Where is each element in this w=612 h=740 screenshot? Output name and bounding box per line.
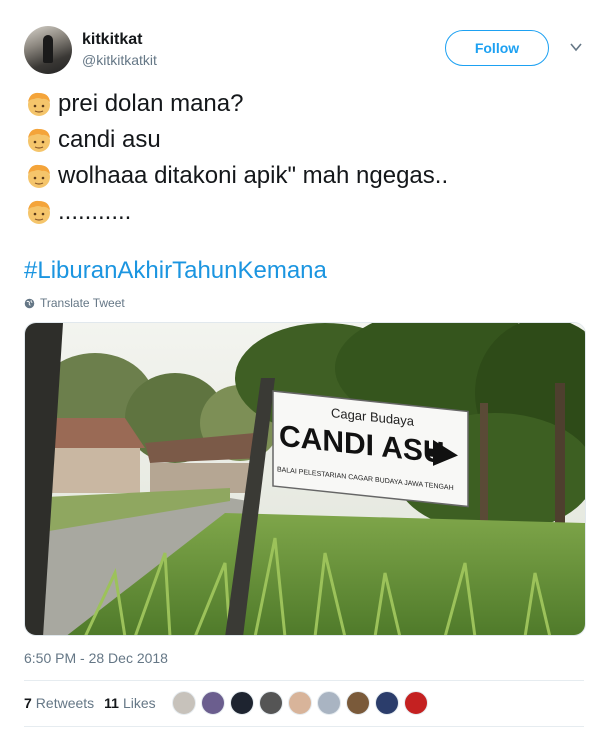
tweet-stats: 7 Retweets 11 Likes	[24, 690, 166, 716]
tweet-timestamp[interactable]: 6:50 PM - 28 Dec 2018	[24, 648, 168, 668]
tweet-line: prei dolan mana?	[24, 86, 584, 122]
boy-face-icon	[28, 164, 50, 188]
liker-avatar[interactable]	[230, 691, 254, 715]
boy-face-icon	[28, 92, 50, 116]
liker-avatar[interactable]	[375, 691, 399, 715]
tweet-line-text: candi asu	[58, 126, 161, 153]
divider	[24, 726, 584, 727]
follow-button[interactable]: Follow	[445, 30, 549, 66]
liker-avatar[interactable]	[346, 691, 370, 715]
retweets-stat[interactable]: 7 Retweets	[24, 695, 94, 711]
boy-face-icon	[28, 128, 50, 152]
likes-count[interactable]: 11	[104, 695, 119, 711]
hashtag-link[interactable]: #LiburanAkhirTahunKemana	[24, 255, 327, 287]
divider	[24, 680, 584, 681]
photo-candi-asu-sign: Cagar Budaya CANDI ASU BALAI PELESTARIAN…	[25, 323, 585, 635]
liker-avatar[interactable]	[201, 691, 225, 715]
display-name[interactable]: kitkitkat	[82, 30, 157, 50]
liker-avatar[interactable]	[404, 691, 428, 715]
translate-label[interactable]: Translate Tweet	[40, 296, 125, 310]
tweet-line: wolhaaa ditakoni apik" mah ngegas..	[24, 158, 584, 194]
user-names[interactable]: kitkitkat @kitkitkatkit	[82, 30, 157, 70]
chevron-down-icon[interactable]	[569, 40, 583, 54]
tweet-photo[interactable]: Cagar Budaya CANDI ASU BALAI PELESTARIAN…	[24, 322, 586, 636]
retweets-count[interactable]: 7	[24, 695, 32, 711]
tweet-line: ...........	[24, 194, 584, 230]
liker-avatar[interactable]	[259, 691, 283, 715]
likes-label[interactable]: Likes	[123, 695, 156, 711]
tweet-line-text: prei dolan mana?	[58, 90, 244, 117]
liker-avatars	[172, 691, 433, 715]
tweet-line-text: ...........	[58, 198, 132, 225]
liker-avatar[interactable]	[317, 691, 341, 715]
globe-icon	[24, 298, 35, 308]
user-handle[interactable]: @kitkitkatkit	[82, 50, 157, 70]
boy-face-icon	[28, 200, 50, 224]
retweets-label[interactable]: Retweets	[36, 695, 94, 711]
tweet-header: kitkitkat @kitkitkatkit Follow	[24, 26, 588, 76]
tweet-text: prei dolan mana? candi asu wolhaaa ditak…	[24, 86, 584, 230]
liker-avatar[interactable]	[172, 691, 196, 715]
likes-stat[interactable]: 11 Likes	[104, 695, 156, 711]
liker-avatar[interactable]	[288, 691, 312, 715]
translate-tweet-link[interactable]: Translate Tweet	[24, 296, 125, 310]
avatar[interactable]	[24, 26, 72, 74]
tweet-line: candi asu	[24, 122, 584, 158]
tweet-line-text: wolhaaa ditakoni apik" mah ngegas..	[58, 162, 449, 189]
